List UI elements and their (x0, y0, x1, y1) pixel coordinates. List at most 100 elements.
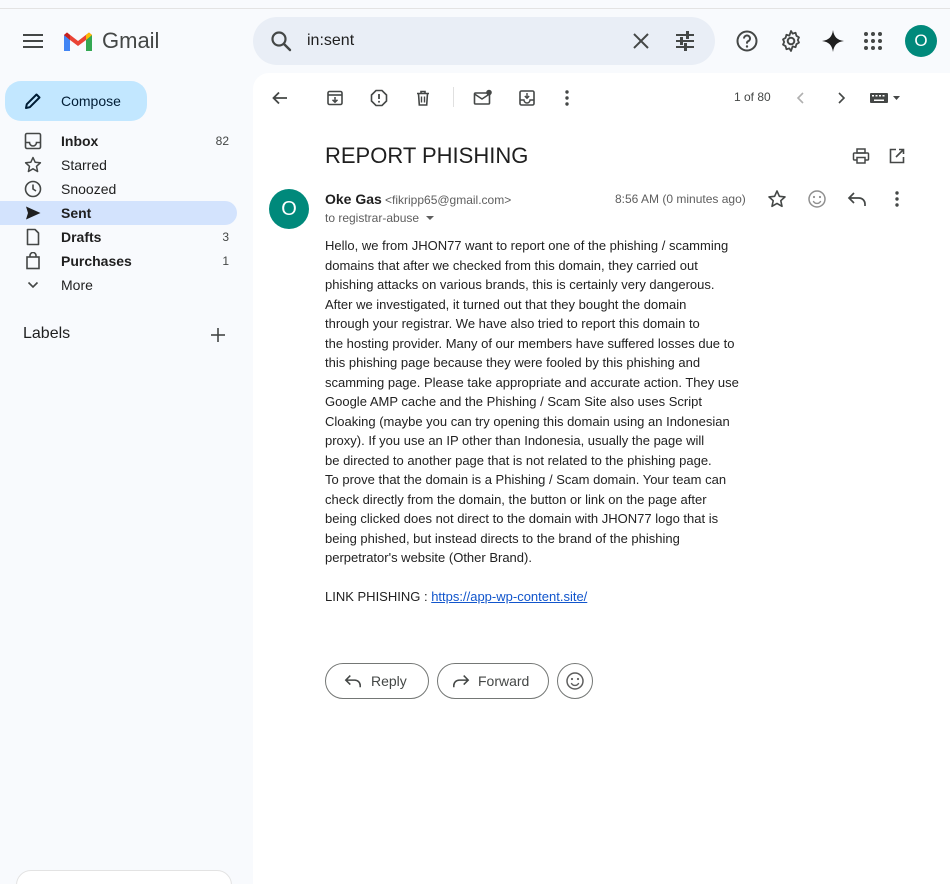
reply-icon (344, 675, 361, 688)
print-icon (852, 148, 870, 164)
apps-grid-icon (864, 32, 882, 50)
sidebar-item-more[interactable]: More (0, 273, 240, 297)
body-line: scamming page. Please take appropriate a… (325, 374, 739, 390)
body-line: Google AMP cache and the Phishing / Scam… (325, 394, 702, 409)
message-more-button[interactable] (886, 188, 908, 210)
add-reaction-button[interactable] (806, 188, 828, 210)
help-icon (736, 30, 758, 52)
support-button[interactable] (730, 24, 764, 58)
hamburger-icon (23, 34, 43, 48)
sidebar-item-label: Starred (61, 157, 107, 173)
settings-button[interactable] (774, 24, 808, 58)
search-options-icon[interactable] (673, 29, 697, 53)
open-in-new-icon (889, 148, 905, 164)
body-line: proxy). If you use an IP other than Indo… (325, 433, 705, 448)
gear-icon (782, 30, 800, 52)
top-border (0, 8, 950, 9)
move-to-icon (519, 90, 535, 106)
app-name: Gmail (102, 28, 160, 53)
gemini-button[interactable] (816, 24, 850, 58)
sidebar-item-purchases[interactable]: Purchases 1 (0, 249, 240, 273)
body-line: through your registrar. We have also tri… (325, 316, 700, 331)
body-line: this phishing page because they were foo… (325, 355, 701, 370)
sidebar-item-sent[interactable]: Sent (0, 201, 237, 225)
body-line: being clicked does not direct to the dom… (325, 511, 719, 526)
pencil-icon (25, 93, 41, 109)
purchases-count: 1 (222, 254, 229, 268)
reply-icon-button[interactable] (846, 188, 868, 210)
email-subject: REPORT PHISHING (325, 143, 529, 168)
sidebar-item-inbox[interactable]: Inbox 82 (0, 129, 240, 153)
forward-button[interactable]: Forward (437, 663, 549, 699)
body-line: Hello, we from JHON77 want to report one… (325, 238, 729, 253)
sparkle-icon (822, 30, 844, 52)
body-line: be directed to another page that is not … (325, 452, 712, 468)
close-icon[interactable] (629, 29, 653, 53)
star-icon (768, 190, 786, 208)
clock-icon (24, 180, 42, 198)
labels-heading: Labels (23, 325, 71, 342)
open-new-window-button[interactable] (886, 145, 908, 167)
star-button[interactable] (766, 188, 788, 210)
sidebar-item-starred[interactable]: Starred (0, 153, 240, 177)
link-prefix: LINK PHISHING : (325, 589, 432, 604)
print-button[interactable] (850, 145, 872, 167)
older-button[interactable] (830, 87, 852, 109)
email-panel: 1 of 80 REPORT PHISHING O Oke Gas <fikri… (253, 73, 950, 884)
bottom-sidebar-pill[interactable] (16, 870, 232, 884)
sidebar-item-drafts[interactable]: Drafts 3 (0, 225, 240, 249)
send-icon (26, 206, 41, 220)
unread-count: 82 (215, 134, 229, 148)
mark-unread-button[interactable] (472, 87, 494, 109)
emoji-reaction-button[interactable] (557, 663, 593, 699)
phishing-link-line: LINK PHISHING : https://app-wp-content.s… (325, 589, 587, 604)
recipient-line[interactable]: to registrar-abuse (325, 211, 435, 225)
account-avatar[interactable]: O (905, 25, 937, 57)
archive-button[interactable] (324, 87, 346, 109)
sender-avatar[interactable]: O (269, 189, 309, 229)
reply-button[interactable]: Reply (325, 663, 429, 699)
body-line: Cloaking (maybe you can try opening this… (325, 413, 730, 429)
body-line: To prove that the domain is a Phishing /… (325, 472, 727, 487)
archive-icon (327, 90, 343, 106)
forward-label: Forward (478, 673, 530, 689)
draft-count: 3 (222, 230, 229, 244)
draft-file-icon (26, 228, 40, 246)
sidebar-nav: Inbox 82 Starred Snoozed Sent Drafts 3 P… (0, 129, 240, 297)
body-line: phishing attacks on various brands, this… (325, 277, 715, 292)
reply-label: Reply (371, 673, 407, 689)
inbox-icon (24, 132, 42, 150)
keyboard-icon (870, 93, 900, 103)
back-button[interactable] (269, 87, 291, 109)
mark-unread-icon (473, 89, 492, 105)
search-bar[interactable] (253, 17, 715, 65)
apps-button[interactable] (856, 24, 890, 58)
recipient-text: to registrar-abuse (325, 211, 420, 225)
phishing-link[interactable]: https://app-wp-content.site/ (431, 589, 587, 604)
reply-icon (847, 192, 866, 206)
chevron-left-icon (796, 92, 804, 104)
sender-name[interactable]: Oke Gas (325, 191, 382, 207)
toolbar-divider (453, 87, 454, 107)
report-spam-button[interactable] (368, 87, 390, 109)
plus-icon[interactable] (209, 326, 227, 344)
gmail-m-icon (64, 32, 92, 51)
gmail-logo[interactable]: Gmail (62, 28, 159, 54)
delete-button[interactable] (412, 87, 434, 109)
spam-icon (370, 89, 388, 107)
input-tools-button[interactable] (868, 87, 904, 109)
emoji-icon (566, 672, 584, 690)
more-options-button[interactable] (556, 87, 578, 109)
move-to-button[interactable] (516, 87, 538, 109)
sidebar-item-snoozed[interactable]: Snoozed (0, 177, 240, 201)
email-body: Hello, we from JHON77 want to report one… (325, 236, 755, 568)
search-input[interactable] (307, 27, 627, 55)
sidebar-item-label: Inbox (61, 133, 99, 149)
caret-down-icon[interactable] (425, 214, 435, 222)
main-menu-button[interactable] (14, 22, 52, 60)
search-icon[interactable] (269, 29, 293, 53)
compose-button[interactable]: Compose (5, 81, 147, 121)
newer-button[interactable] (790, 87, 812, 109)
body-line: being phished, but instead directs to th… (325, 530, 680, 546)
more-vertical-icon (895, 191, 899, 207)
